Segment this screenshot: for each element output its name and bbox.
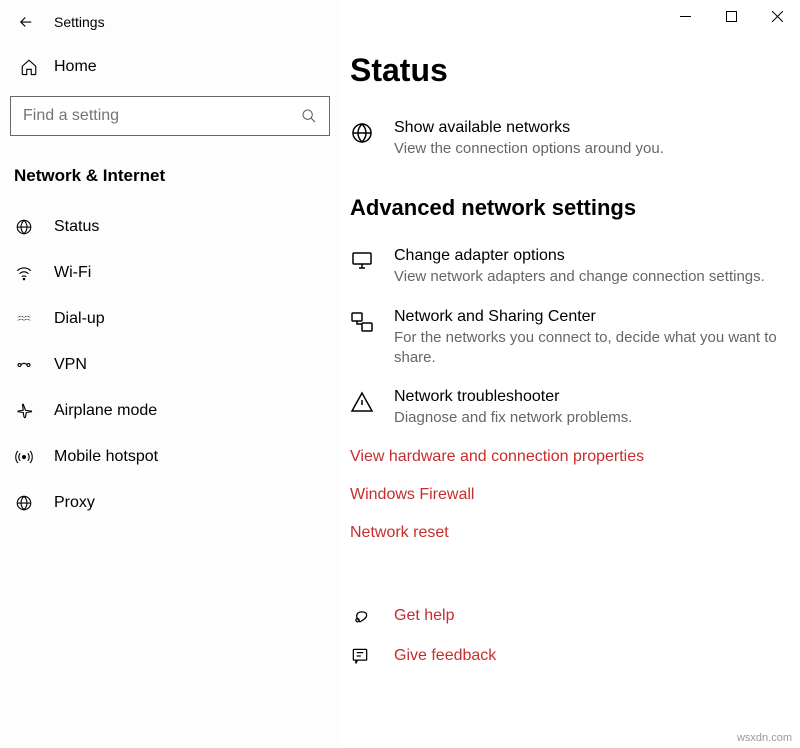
vpn-icon bbox=[14, 355, 34, 375]
section-title: Advanced network settings bbox=[350, 195, 780, 221]
home-icon bbox=[20, 58, 40, 76]
sidebar-item-dialup[interactable]: Dial-up bbox=[0, 296, 340, 342]
maximize-icon bbox=[726, 11, 737, 22]
troubleshooter-row[interactable]: Network troubleshooter Diagnose and fix … bbox=[350, 378, 780, 438]
adapter-options-row[interactable]: Change adapter options View network adap… bbox=[350, 237, 780, 297]
row-title: Network and Sharing Center bbox=[394, 308, 780, 326]
hardware-properties-link[interactable]: View hardware and connection properties bbox=[350, 438, 780, 476]
row-desc: View the connection options around you. bbox=[394, 139, 780, 159]
sidebar-item-status[interactable]: Status bbox=[0, 204, 340, 250]
minimize-button[interactable] bbox=[662, 0, 708, 32]
minimize-icon bbox=[680, 11, 691, 22]
back-button[interactable] bbox=[8, 4, 44, 40]
nav-label: Airplane mode bbox=[54, 402, 157, 420]
row-desc: For the networks you connect to, decide … bbox=[394, 328, 780, 369]
give-feedback-link[interactable]: Give feedback bbox=[350, 636, 780, 676]
sharing-icon bbox=[350, 308, 380, 369]
hotspot-icon bbox=[14, 447, 34, 467]
close-button[interactable] bbox=[754, 0, 800, 32]
link-label: Get help bbox=[394, 607, 454, 625]
home-label: Home bbox=[54, 58, 97, 76]
proxy-icon bbox=[14, 493, 34, 513]
help-icon bbox=[350, 606, 380, 626]
close-icon bbox=[772, 11, 783, 22]
search-icon bbox=[289, 108, 329, 124]
row-title: Show available networks bbox=[394, 119, 780, 137]
row-title: Change adapter options bbox=[394, 247, 780, 265]
feedback-icon bbox=[350, 646, 380, 666]
nav-label: VPN bbox=[54, 356, 87, 374]
nav-label: Wi-Fi bbox=[54, 264, 91, 282]
watermark: wsxdn.com bbox=[737, 732, 792, 744]
sidebar-item-vpn[interactable]: VPN bbox=[0, 342, 340, 388]
nav-label: Status bbox=[54, 218, 99, 236]
row-desc: Diagnose and fix network problems. bbox=[394, 408, 780, 428]
get-help-link[interactable]: Get help bbox=[350, 596, 780, 636]
adapter-icon bbox=[350, 247, 380, 287]
window-controls bbox=[662, 0, 800, 32]
sidebar-item-hotspot[interactable]: Mobile hotspot bbox=[0, 434, 340, 480]
main-content: Status Show available networks View the … bbox=[340, 0, 800, 748]
sidebar: Settings Home Network & Internet Status … bbox=[0, 0, 340, 748]
link-label: Give feedback bbox=[394, 647, 496, 665]
nav-label: Proxy bbox=[54, 494, 95, 512]
dialup-icon bbox=[14, 309, 34, 329]
warning-icon bbox=[350, 388, 380, 428]
back-arrow-icon bbox=[17, 13, 35, 31]
maximize-button[interactable] bbox=[708, 0, 754, 32]
status-icon bbox=[14, 217, 34, 237]
row-desc: View network adapters and change connect… bbox=[394, 267, 780, 287]
sidebar-item-home[interactable]: Home bbox=[0, 44, 340, 90]
row-title: Network troubleshooter bbox=[394, 388, 780, 406]
sidebar-item-proxy[interactable]: Proxy bbox=[0, 480, 340, 526]
page-title: Status bbox=[350, 52, 780, 89]
search-input[interactable] bbox=[11, 107, 289, 125]
sidebar-category: Network & Internet bbox=[0, 152, 340, 204]
titlebar: Settings bbox=[0, 0, 340, 44]
sharing-center-row[interactable]: Network and Sharing Center For the netwo… bbox=[350, 298, 780, 379]
show-networks-row[interactable]: Show available networks View the connect… bbox=[350, 109, 780, 169]
airplane-icon bbox=[14, 401, 34, 421]
window-title: Settings bbox=[54, 14, 105, 30]
network-reset-link[interactable]: Network reset bbox=[350, 514, 780, 552]
globe-icon bbox=[350, 119, 380, 159]
wifi-icon bbox=[14, 263, 34, 283]
sidebar-item-airplane[interactable]: Airplane mode bbox=[0, 388, 340, 434]
firewall-link[interactable]: Windows Firewall bbox=[350, 476, 780, 514]
search-box[interactable] bbox=[10, 96, 330, 136]
nav-label: Mobile hotspot bbox=[54, 448, 158, 466]
sidebar-item-wifi[interactable]: Wi-Fi bbox=[0, 250, 340, 296]
nav-label: Dial-up bbox=[54, 310, 105, 328]
